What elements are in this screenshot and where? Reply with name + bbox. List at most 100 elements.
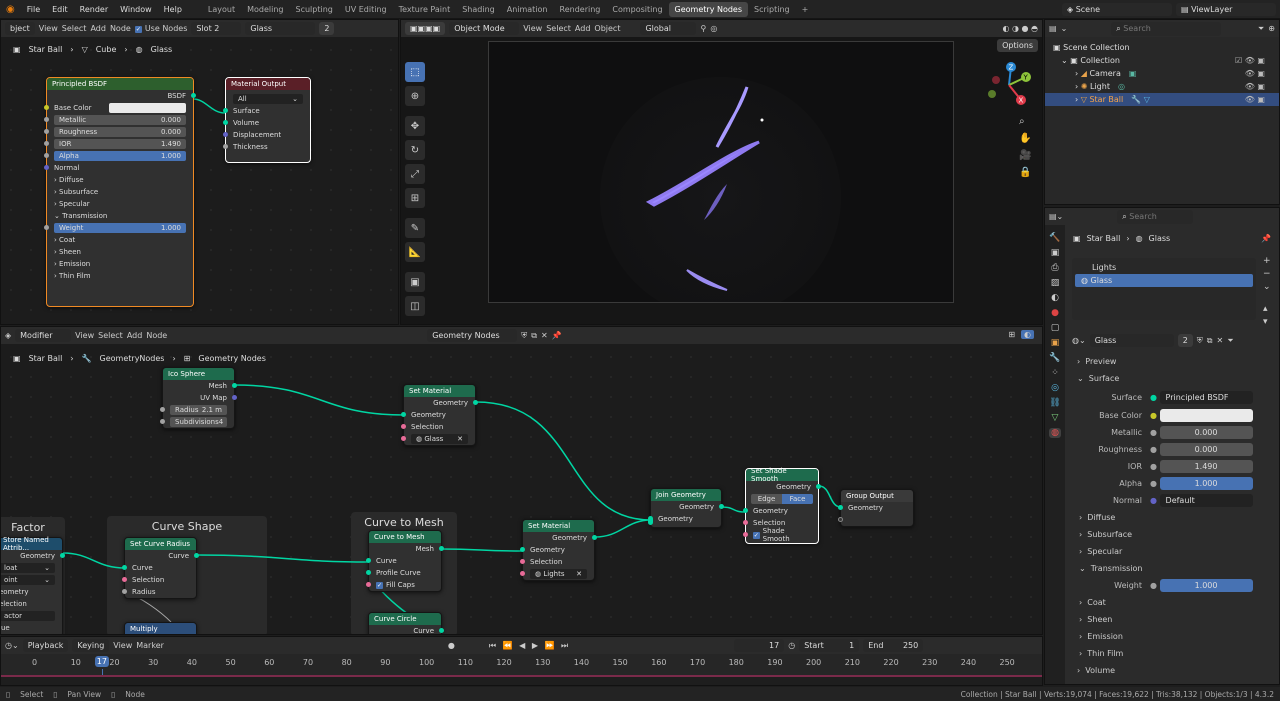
geometry-socket[interactable] [60,553,65,558]
multiply-node[interactable]: Multiply [124,622,197,634]
render-tab-icon[interactable]: ▣ [1051,248,1060,258]
material-field[interactable]: ◍ Lights ✕ [530,569,587,579]
weight-field[interactable]: Weight 1.000 [54,223,186,233]
weight-field[interactable]: 1.000 [1159,579,1253,592]
section-coat[interactable]: › Coat [1065,594,1279,611]
roughness-field[interactable]: 0.000 [1159,443,1253,456]
material-browse-icon[interactable]: ◍⌄ [1072,336,1086,345]
menu-file[interactable]: File [21,5,46,14]
section-transmission[interactable]: ⌄ Transmission [1065,560,1279,577]
panel-sheen[interactable]: › Sheen [47,246,193,258]
geometry-socket[interactable] [194,553,199,558]
add-cube-tool-icon[interactable]: ▣ [405,272,425,292]
name-field[interactable]: actor [1,611,55,621]
outliner-light[interactable]: › ✺ Light ◎ 👁 ▣ [1045,80,1279,93]
subdivisions-field[interactable]: Subdivisions 4 [170,417,227,427]
empty-socket[interactable] [838,517,843,522]
particles-tab-icon[interactable]: ⁘ [1051,368,1059,378]
section-volume[interactable]: › Volume [1065,662,1279,679]
menu-render[interactable]: Render [74,5,114,14]
tab-rendering[interactable]: Rendering [554,2,607,17]
shader-socket[interactable] [223,108,228,113]
bool-socket[interactable] [401,424,406,429]
tab-uv-editing[interactable]: UV Editing [339,2,393,17]
geometry-socket[interactable] [439,628,444,633]
tab-sculpting[interactable]: Sculpting [290,2,339,17]
world-tab-icon[interactable]: ● [1051,308,1059,318]
base-color-field[interactable] [1159,409,1253,422]
select-mode-icons[interactable]: ▣▣▣▣ [405,22,446,35]
curve-to-mesh-node[interactable]: Curve to Mesh Mesh Curve Profile Curve ✓… [366,530,444,592]
constraints-tab-icon[interactable]: ⛓ [1049,398,1060,408]
add-slot-icon[interactable]: + [1263,256,1271,266]
ico-sphere-node[interactable]: Ico Sphere Mesh UV Map Radius 2.1 m Subdi… [160,367,237,429]
measure-tool-icon[interactable]: 📐 [405,242,425,262]
menu-edit[interactable]: Edit [46,5,74,14]
tool-tab-icon[interactable]: 🔨 [1049,233,1060,243]
geometry-socket[interactable] [401,412,406,417]
panel-emission[interactable]: › Emission [47,258,193,270]
set-curve-radius-node[interactable]: Set Curve Radius Curve Curve Selection R… [122,537,199,599]
menu-window[interactable]: Window [114,5,158,14]
vector-socket[interactable] [232,395,237,400]
data-type-dropdown[interactable]: loat ⌄ [1,563,55,573]
normal-field[interactable]: Default [1159,494,1253,507]
panel-coat[interactable]: › Coat [47,234,193,246]
store-named-attribute-node[interactable]: Store Named Attrib... Geometry loat ⌄ oin… [1,536,65,634]
panel-transmission[interactable]: ⌄ Transmission [47,210,193,222]
scene-tab-icon[interactable]: ◐ [1051,293,1059,303]
slot-lights[interactable]: Lights [1072,261,1256,274]
data-tab-icon[interactable]: ▽ [1052,413,1059,423]
surface-shader-field[interactable]: Principled BSDF [1159,390,1253,404]
visibility-icons[interactable]: 👁 ▣ [1245,82,1279,91]
view-layer-tab-icon[interactable]: ▨ [1051,278,1060,288]
group-output-node[interactable]: Group Output Geometry [838,489,914,527]
set-material-lights-node[interactable]: Set Material Geometry Geometry Selection… [520,519,597,581]
tab-modeling[interactable]: Modeling [241,2,289,17]
clock-icon[interactable]: ◷ [788,641,795,650]
domain-dropdown[interactable]: oint ⌄ [1,575,55,585]
shading-mode-icons[interactable]: ◐ ◑ ● ◓ [1002,24,1038,33]
add-object-tool-icon[interactable]: ◫ [405,296,425,316]
timeline-ruler[interactable]: 0 10 20 30 40 50 60 70 80 90 100 110 120 130 140 150 160… [1,655,1042,685]
orientation-dropdown[interactable]: Global [640,22,697,35]
panel-thin-film[interactable]: › Thin Film [47,270,193,282]
overlay-icon[interactable]: ◐ [1021,330,1034,339]
scene-selector[interactable]: ◈ Scene [1062,2,1172,16]
shader-socket[interactable] [223,120,228,125]
camera-view-icon[interactable]: 🎥 [1019,150,1031,161]
editor-type-icon[interactable]: ▤ [1049,24,1057,33]
material-socket[interactable] [520,571,525,576]
roughness-field[interactable]: Roughness 0.000 [54,127,186,137]
principled-bsdf-node[interactable]: Principled BSDF BSDF Base Color Metallic… [44,77,196,307]
slot-glass[interactable]: ◍ Glass [1075,274,1253,287]
snap-icon[interactable]: ⊞ [1008,330,1015,339]
tab-animation[interactable]: Animation [501,2,554,17]
float-socket[interactable] [44,141,49,146]
record-icon[interactable]: ● [448,641,455,650]
playback-menu[interactable]: Playback [22,639,69,652]
physics-tab-icon[interactable]: ◎ [1051,383,1059,393]
fill-caps-checkbox[interactable]: ✓ [376,581,383,589]
tab-geometry-nodes[interactable]: Geometry Nodes [668,1,749,17]
geometry-socket[interactable] [232,383,237,388]
outliner-star-ball[interactable]: › ▽ Star Ball 🔧 ▽ 👁 ▣ [1045,93,1279,106]
radius-field[interactable]: Radius 2.1 m [170,405,227,415]
float-socket[interactable] [44,153,49,158]
join-geometry-node[interactable]: Join Geometry Geometry Geometry [648,488,724,528]
bool-socket[interactable] [743,520,748,525]
ior-field[interactable]: 1.490 [1159,460,1253,473]
keying-menu[interactable]: Keying [72,639,110,652]
ior-field[interactable]: IOR 1.490 [54,139,186,149]
visibility-icons[interactable]: 👁 ▣ [1245,69,1279,78]
menu-object[interactable]: Object [594,24,620,33]
color-socket[interactable] [44,105,49,110]
target-dropdown[interactable]: All ⌄ [233,94,303,104]
section-emission[interactable]: › Emission [1065,628,1279,645]
geometry-socket[interactable] [122,565,127,570]
vector-socket[interactable] [44,165,49,170]
geometry-multi-socket[interactable] [648,516,653,525]
geometry-socket[interactable] [520,547,525,552]
pan-hand-icon[interactable]: ✋ [1019,133,1031,144]
fake-user-icon[interactable]: ⛨ [1197,336,1203,346]
